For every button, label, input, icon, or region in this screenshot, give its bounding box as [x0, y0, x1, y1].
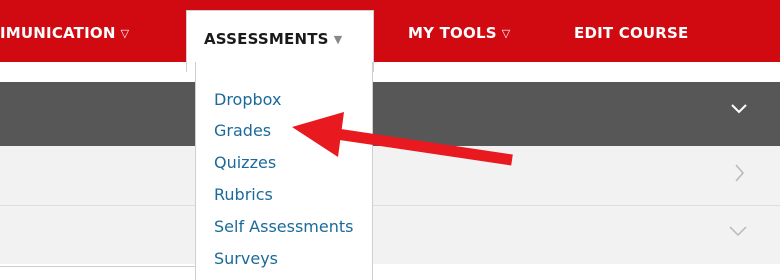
nav-my-tools-label: MY TOOLS	[408, 24, 497, 42]
menu-item-self-assessments[interactable]: Self Assessments	[214, 217, 353, 236]
assessments-dropdown-menu: Dropbox Grades Quizzes Rubrics Self Asse…	[195, 62, 373, 280]
collapsible-panel-header[interactable]	[0, 206, 780, 264]
collapsible-panel-header[interactable]	[0, 82, 780, 146]
chevron-down-icon[interactable]	[730, 99, 748, 117]
dropdown-triangle-icon: ▼	[333, 33, 343, 46]
menu-item-dropbox[interactable]: Dropbox	[214, 90, 281, 109]
nav-communication-label: IMUNICATION	[0, 24, 116, 42]
chevron-down-icon[interactable]	[728, 221, 748, 239]
nav-assessments-label: ASSESSMENTS	[204, 30, 329, 48]
nav-communication[interactable]: IMUNICATION ▽	[0, 0, 129, 62]
nav-edit-course-label: EDIT COURSE	[574, 24, 689, 42]
dropdown-triangle-icon: ▽	[120, 27, 130, 40]
menu-item-quizzes[interactable]: Quizzes	[214, 153, 276, 172]
nav-my-tools[interactable]: MY TOOLS ▽	[408, 0, 510, 62]
divider	[0, 266, 195, 267]
menu-item-rubrics[interactable]: Rubrics	[214, 185, 273, 204]
menu-item-surveys[interactable]: Surveys	[214, 249, 278, 268]
collapsible-panel-header[interactable]	[0, 146, 780, 206]
nav-edit-course[interactable]: EDIT COURSE	[574, 0, 688, 62]
top-navigation-bar: IMUNICATION ▽ ASSESSMENTS ▼ MY TOOLS ▽ EDIT…	[0, 0, 780, 72]
menu-item-grades[interactable]: Grades	[214, 121, 271, 140]
dropdown-triangle-icon: ▽	[501, 27, 511, 40]
chevron-right-icon[interactable]	[730, 162, 748, 184]
